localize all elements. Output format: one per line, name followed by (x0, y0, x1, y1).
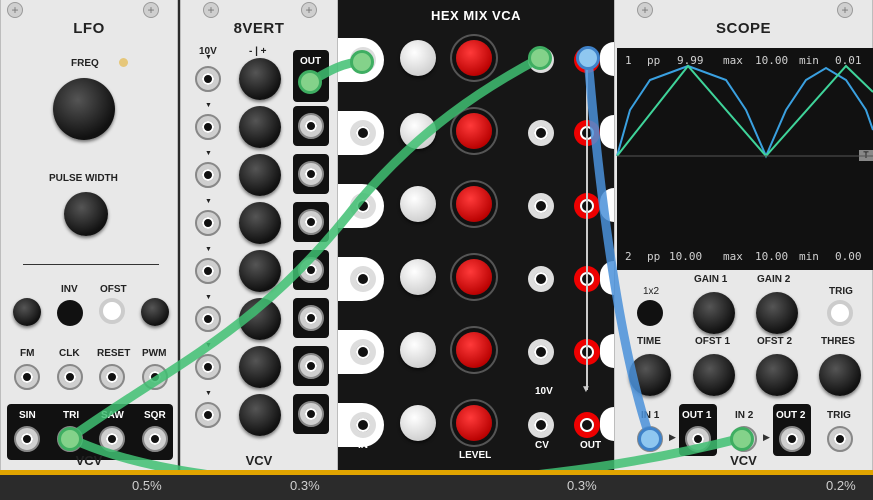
eightvert-cpu-meter: 0.3% (290, 478, 320, 493)
cable-plug-hexmix-cv[interactable] (528, 46, 552, 70)
scope-cpu-meter: 0.2% (826, 478, 856, 493)
cpu-meter-bar (0, 470, 873, 500)
cable-hexmix-out-to-scope-in1 (583, 53, 655, 443)
cable-plug-scope-in2[interactable] (730, 427, 754, 451)
cpu-meter-strip (0, 470, 873, 475)
cable-plug-lfo-tri[interactable] (58, 427, 82, 451)
scope-trace-ch2 (616, 64, 873, 158)
cable-plug-hexmix-in[interactable] (350, 50, 374, 74)
cable-plug-8vert-out[interactable] (298, 70, 322, 94)
lfo-cpu-meter: 0.5% (132, 478, 162, 493)
cable-tri-to-8vert-in (65, 53, 545, 443)
overlay (65, 53, 873, 470)
hexmix-cpu-meter: 0.3% (567, 478, 597, 493)
cable-plug-scope-in1[interactable] (638, 427, 662, 451)
cable-plug-hexmix-out[interactable] (576, 46, 600, 70)
